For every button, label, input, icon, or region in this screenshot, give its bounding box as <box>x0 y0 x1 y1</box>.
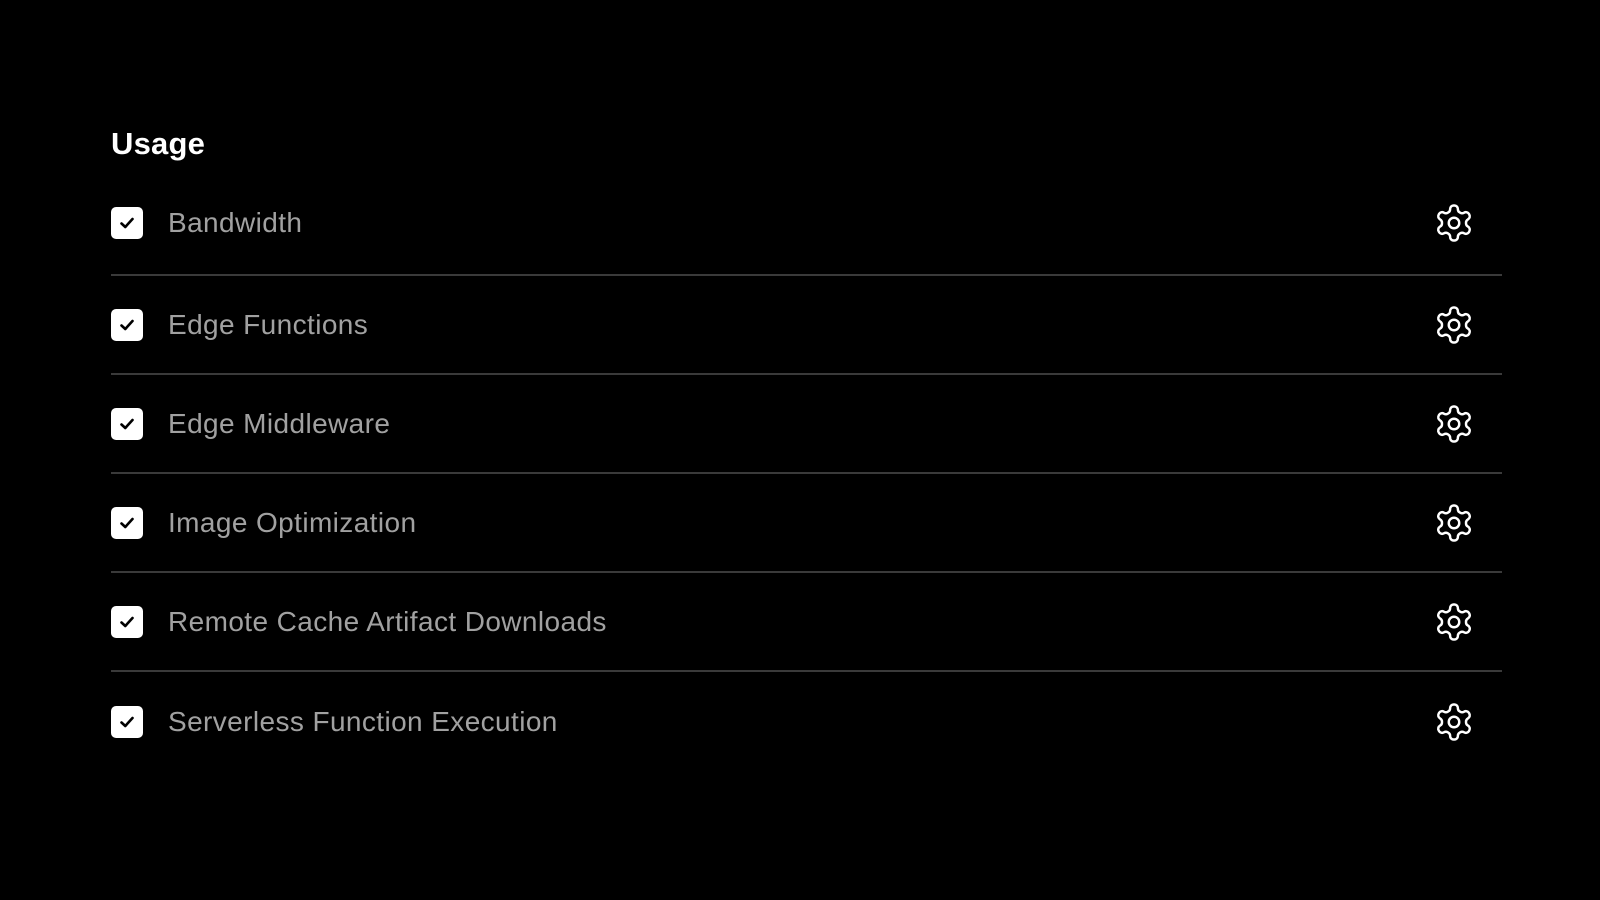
usage-list: Bandwidth Edge Functions Edge Middleware <box>111 187 1502 771</box>
gear-icon <box>1437 702 1471 741</box>
list-item-edge-functions: Edge Functions <box>111 276 1502 375</box>
checkbox-edge-functions[interactable] <box>111 308 143 341</box>
list-item-remote-cache-artifact-downloads: Remote Cache Artifact Downloads <box>111 573 1502 672</box>
checkmark-icon <box>120 517 134 528</box>
checkmark-icon <box>120 616 134 627</box>
list-item-serverless-function-execution: Serverless Function Execution <box>111 672 1502 771</box>
gear-icon <box>1437 305 1471 344</box>
usage-panel: Usage Bandwidth Edge Functions Edge Midd… <box>111 124 1502 771</box>
checkbox-bandwidth[interactable] <box>111 207 143 239</box>
settings-button-remote-cache-artifact-downloads[interactable] <box>1431 599 1477 645</box>
checkbox-serverless-function-execution[interactable] <box>111 705 143 738</box>
list-item-label: Serverless Function Execution <box>168 705 558 737</box>
settings-button-bandwidth[interactable] <box>1431 200 1477 246</box>
list-item-image-optimization: Image Optimization <box>111 474 1502 573</box>
settings-button-edge-middleware[interactable] <box>1431 401 1477 447</box>
list-item-label: Image Optimization <box>168 506 417 538</box>
checkmark-icon <box>120 716 134 727</box>
gear-icon <box>1437 204 1471 242</box>
checkbox-edge-middleware[interactable] <box>111 407 143 440</box>
checkbox-remote-cache-artifact-downloads[interactable] <box>111 605 143 638</box>
checkmark-icon <box>120 319 134 330</box>
list-item-edge-middleware: Edge Middleware <box>111 375 1502 474</box>
gear-icon <box>1437 602 1471 641</box>
settings-button-serverless-function-execution[interactable] <box>1431 699 1477 745</box>
list-item-label: Edge Functions <box>168 308 369 340</box>
checkmark-icon <box>120 418 134 429</box>
checkbox-image-optimization[interactable] <box>111 506 143 539</box>
list-item-bandwidth: Bandwidth <box>111 187 1502 276</box>
checkmark-icon <box>120 217 134 229</box>
settings-button-edge-functions[interactable] <box>1431 302 1477 348</box>
settings-button-image-optimization[interactable] <box>1431 500 1477 546</box>
section-title: Usage <box>111 126 206 161</box>
list-item-label: Bandwidth <box>168 207 303 238</box>
list-item-label: Remote Cache Artifact Downloads <box>168 605 607 637</box>
gear-icon <box>1437 503 1471 542</box>
gear-icon <box>1437 404 1471 443</box>
list-item-label: Edge Middleware <box>168 407 391 439</box>
